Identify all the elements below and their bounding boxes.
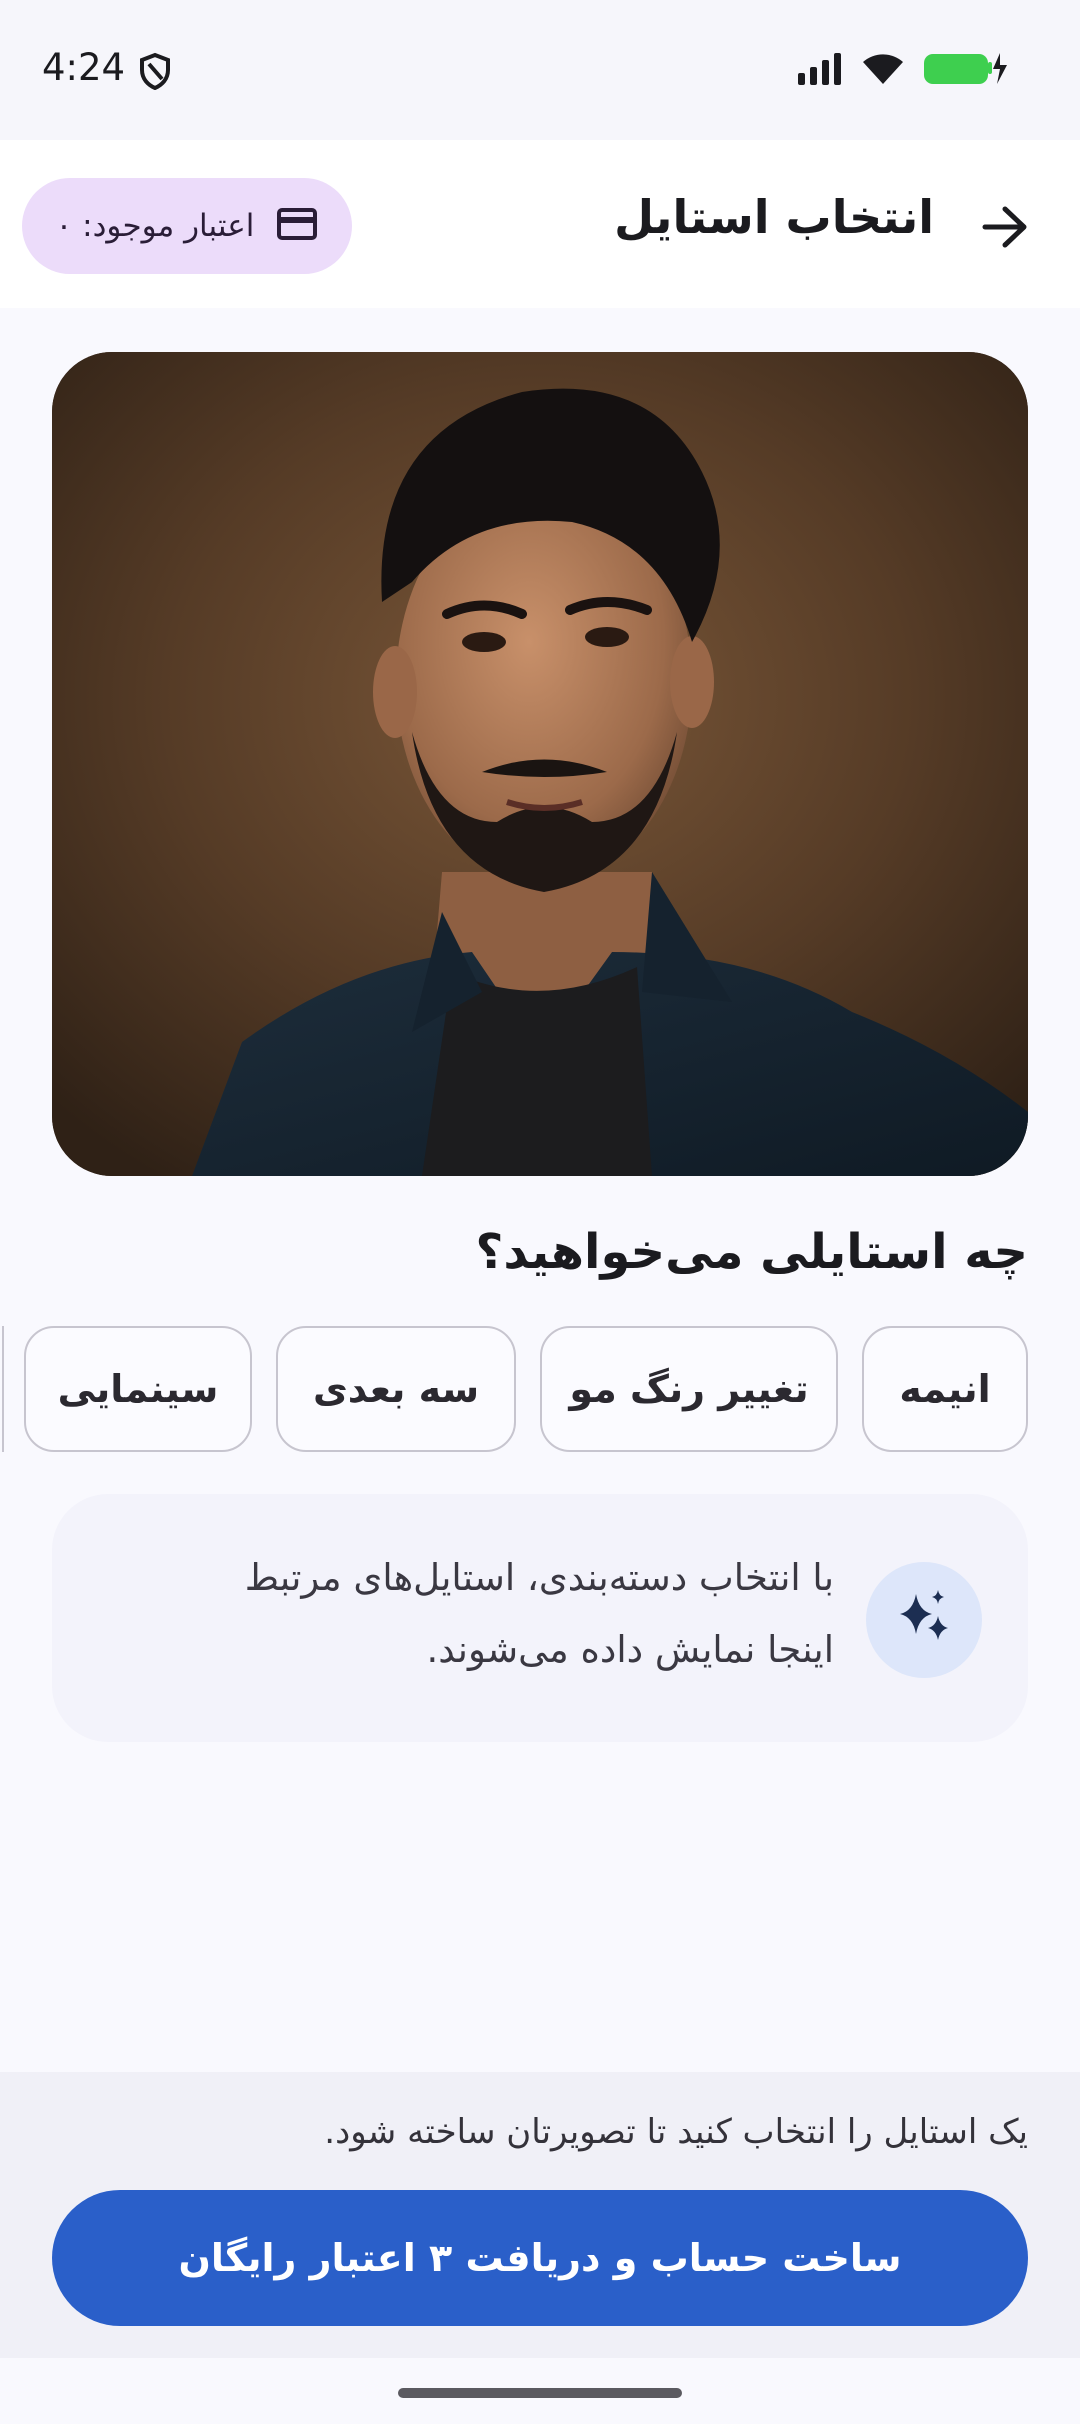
signal-icon: [796, 51, 844, 89]
battery-charging-icon: [922, 50, 1008, 90]
shield-icon: [138, 52, 172, 91]
hint-text: با انتخاب دسته‌بندی، استایل‌های مرتبط ای…: [154, 1542, 834, 1686]
category-chip-row: انیمه تغییر رنگ مو سه بعدی سینمایی: [0, 1326, 1080, 1454]
status-bar: 4:24: [0, 0, 1080, 140]
sparkles-icon: [892, 1586, 956, 1654]
status-indicators: [796, 52, 1008, 88]
create-account-button[interactable]: ساخت حساب و دریافت ۳ اعتبار رایگان: [52, 2190, 1028, 2326]
chip-overflow-edge: [0, 1326, 4, 1452]
arrow-right-icon: [981, 205, 1029, 253]
styles-heading: چه استایلی می‌خواهید؟: [475, 1224, 1028, 1280]
portrait-photo: [52, 352, 1028, 1176]
instruction-text: یک استایل را انتخاب کنید تا تصویرتان ساخ…: [324, 2112, 1028, 2152]
chip-3d[interactable]: سه بعدی: [276, 1326, 516, 1452]
hint-card: با انتخاب دسته‌بندی، استایل‌های مرتبط ای…: [52, 1494, 1028, 1742]
card-icon: [276, 207, 318, 245]
hint-line-2: اینجا نمایش داده می‌شوند.: [426, 1628, 835, 1671]
chip-hair-color[interactable]: تغییر رنگ مو: [540, 1326, 838, 1452]
chip-cinematic[interactable]: سینمایی: [24, 1326, 252, 1452]
bottom-panel: یک استایل را انتخاب کنید تا تصویرتان ساخ…: [0, 2072, 1080, 2358]
wifi-icon: [860, 50, 906, 90]
credit-balance-label: اعتبار موجود: ۰: [55, 208, 255, 244]
status-time: 4:24: [42, 46, 126, 89]
chip-anime[interactable]: انیمه: [862, 1326, 1028, 1452]
hint-line-1: با انتخاب دسته‌بندی، استایل‌های مرتبط: [244, 1556, 834, 1599]
home-indicator[interactable]: [398, 2388, 682, 2398]
credit-balance-chip[interactable]: اعتبار موجود: ۰: [22, 178, 352, 274]
page-title: انتخاب استایل: [614, 190, 934, 244]
back-button[interactable]: [966, 190, 1044, 268]
app-bar: انتخاب استایل اعتبار موجود: ۰: [0, 140, 1080, 308]
hint-icon-badge: [866, 1562, 982, 1678]
